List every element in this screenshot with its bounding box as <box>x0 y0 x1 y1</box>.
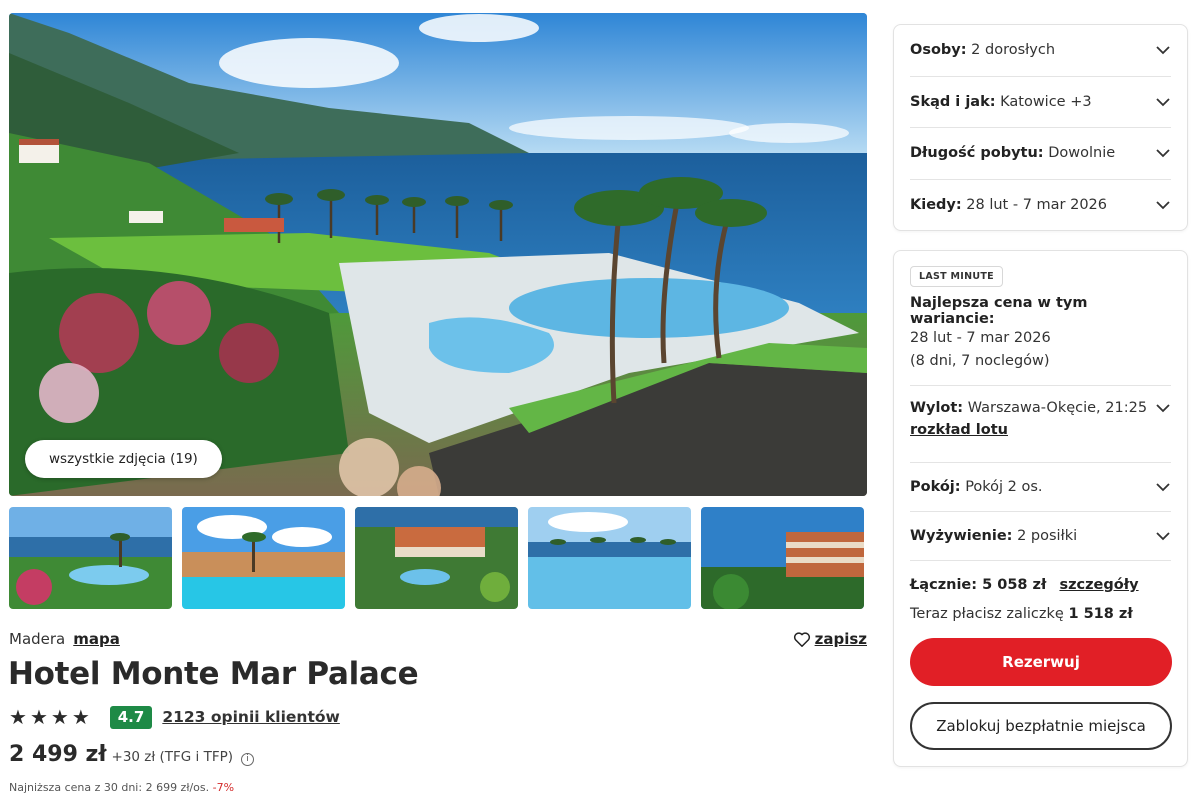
flight-value: Warszawa-Okęcie, 21:25 <box>967 400 1148 416</box>
save-label: zapisz <box>814 630 867 648</box>
thumbnail-4-image <box>528 507 691 609</box>
save-button[interactable]: zapisz <box>793 630 867 648</box>
hotel-name: Hotel Monte Mar Palace <box>8 656 419 692</box>
thumbnail-3[interactable] <box>355 507 518 609</box>
flight-section: Wylot: Warszawa-Okęcie, 21:25 rozkład lo… <box>910 386 1171 463</box>
thumbnail-4[interactable] <box>528 507 691 609</box>
board-select[interactable]: Wyżywienie: 2 posiłki <box>910 512 1171 561</box>
deposit-row: Teraz płacisz zaliczkę 1 518 zł <box>910 606 1171 622</box>
chevron-down-icon <box>1156 149 1170 158</box>
persons-label: Osoby: <box>910 42 967 59</box>
flight-label: Wylot: <box>910 400 964 416</box>
star-icon: ★ <box>50 705 69 729</box>
last-minute-badge: LAST MINUTE <box>910 266 1003 287</box>
price-main: 2 499 zł <box>9 742 107 767</box>
chevron-down-icon <box>1156 404 1170 413</box>
hotel-stars: ★ ★ ★ ★ <box>9 707 90 727</box>
score-badge: 4.7 <box>109 705 153 729</box>
chevron-down-icon <box>1156 483 1170 492</box>
chevron-down-icon <box>1156 46 1170 55</box>
price-row: 2 499 zł +30 zł (TFG i TFP) i <box>9 742 255 767</box>
location-row: Madera mapa <box>9 630 120 648</box>
star-icon: ★ <box>9 705 27 729</box>
map-link[interactable]: mapa <box>73 630 120 648</box>
heart-icon <box>793 631 810 647</box>
block-seats-button[interactable]: Zablokuj bezpłatnie miejsca <box>910 702 1172 750</box>
length-label: Długość pobytu: <box>910 145 1044 162</box>
persons-select[interactable]: Osoby: 2 dorosłych <box>910 25 1171 77</box>
flight-select[interactable]: Wylot: Warszawa-Okęcie, 21:25 <box>910 400 1171 416</box>
length-value: Dowolnie <box>1048 145 1116 162</box>
best-price-duration: (8 dni, 7 noclegów) <box>910 353 1050 369</box>
persons-value: 2 dorosłych <box>971 42 1056 59</box>
length-select[interactable]: Długość pobytu: Dowolnie <box>910 128 1171 180</box>
reserve-button[interactable]: Rezerwuj <box>910 638 1172 686</box>
lowest-price-text: Najniższa cena z 30 dni: 2 699 zł/os. <box>9 781 210 794</box>
star-icon: ★ <box>29 705 48 729</box>
flight-schedule-link[interactable]: rozkład lotu <box>910 422 1008 438</box>
best-price-dates: 28 lut - 7 mar 2026 <box>910 330 1051 346</box>
date-value: 28 lut - 7 mar 2026 <box>966 197 1108 214</box>
chevron-down-icon <box>1156 98 1170 107</box>
thumbnail-3-image <box>355 507 518 609</box>
rating-row: ★ ★ ★ ★ 4.7 2123 opinii klientów <box>9 705 340 729</box>
date-select[interactable]: Kiedy: 28 lut - 7 mar 2026 <box>910 180 1171 232</box>
all-photos-button[interactable]: wszystkie zdjęcia (19) <box>25 440 222 478</box>
thumbnail-1[interactable] <box>9 507 172 609</box>
thumbnail-2-image <box>182 507 345 609</box>
board-value: 2 posiłki <box>1017 528 1078 544</box>
info-icon[interactable]: i <box>241 753 255 766</box>
room-select[interactable]: Pokój: Pokój 2 os. <box>910 463 1171 512</box>
chevron-down-icon <box>1156 201 1170 210</box>
departure-select[interactable]: Skąd i jak: Katowice +3 <box>910 77 1171 128</box>
deposit-value: 1 518 zł <box>1068 606 1133 622</box>
reviews-link[interactable]: 2123 opinii klientów <box>162 708 340 726</box>
thumbnail-strip <box>9 507 867 609</box>
search-options-card: Osoby: 2 dorosłych Skąd i jak: Katowice … <box>893 24 1188 231</box>
lowest-price-note: Najniższa cena z 30 dni: 2 699 zł/os. -7… <box>9 781 234 794</box>
deposit-text: Teraz płacisz zaliczkę <box>910 606 1064 622</box>
offer-card: LAST MINUTE Najlepsza cena w tym warianc… <box>893 250 1188 767</box>
chevron-down-icon <box>1156 532 1170 541</box>
thumbnail-5-image <box>701 507 864 609</box>
total-price: Łącznie: 5 058 zł <box>910 577 1047 593</box>
lowest-price-change: -7% <box>212 781 235 794</box>
thumbnail-2[interactable] <box>182 507 345 609</box>
hero-photo[interactable]: wszystkie zdjęcia (19) <box>9 13 867 496</box>
total-price-row: Łącznie: 5 058 zł szczegóły <box>910 577 1171 593</box>
price-details-link[interactable]: szczegóły <box>1059 577 1138 593</box>
region-label: Madera <box>9 630 66 648</box>
price-extra: +30 zł (TFG i TFP) <box>111 749 234 765</box>
date-label: Kiedy: <box>910 197 962 214</box>
best-price-title: Najlepsza cena w tym wariancie: <box>910 295 1088 327</box>
room-value: Pokój 2 os. <box>965 479 1043 495</box>
board-label: Wyżywienie: <box>910 528 1013 544</box>
thumbnail-5[interactable] <box>701 507 864 609</box>
departure-value: Katowice +3 <box>1000 93 1092 110</box>
departure-label: Skąd i jak: <box>910 93 996 110</box>
hero-photo-illustration <box>9 13 867 496</box>
thumbnail-1-image <box>9 507 172 609</box>
star-icon: ★ <box>71 705 90 729</box>
room-label: Pokój: <box>910 479 961 495</box>
